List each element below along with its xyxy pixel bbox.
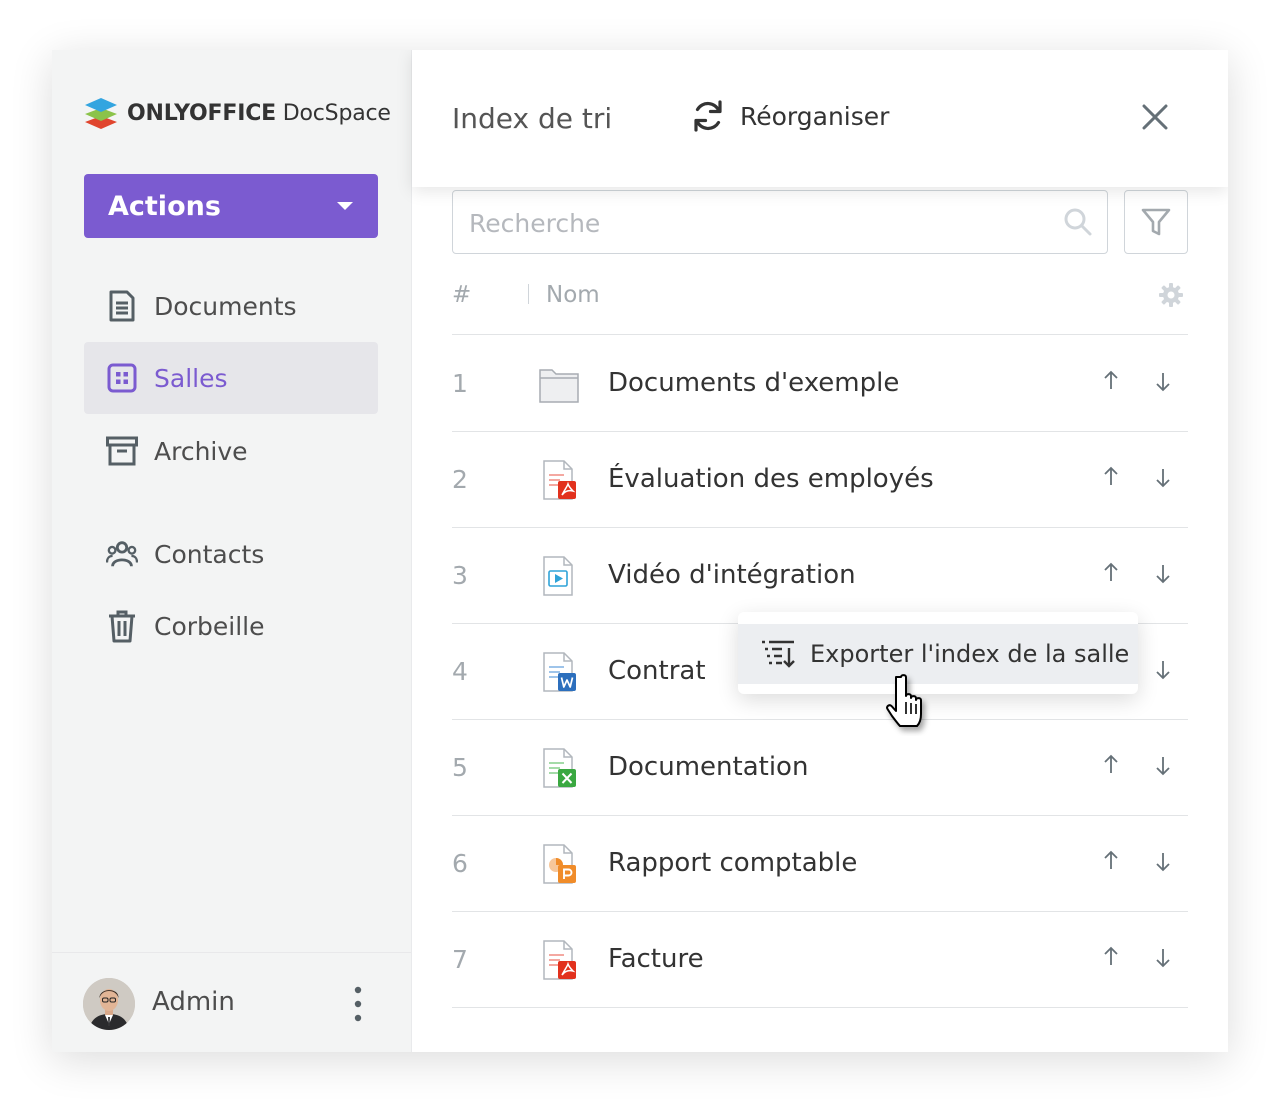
sidebar-footer: Admin: [52, 952, 411, 1052]
panel-header: Index de tri Réorganiser: [412, 50, 1228, 187]
row-name: Contrat: [608, 656, 706, 686]
search-icon[interactable]: [1063, 207, 1093, 241]
onlyoffice-logo-icon: [85, 98, 117, 129]
row-index: 1: [452, 369, 468, 398]
video-file-icon: [538, 555, 580, 597]
row-name: Évaluation des employés: [608, 464, 934, 494]
move-up-icon[interactable]: [1100, 369, 1122, 391]
filter-button[interactable]: [1124, 190, 1188, 254]
row-index: 3: [452, 561, 468, 590]
row-name: Documents d'exemple: [608, 368, 900, 398]
sidebar-item-label: Salles: [154, 363, 228, 393]
folder-icon: [538, 363, 580, 405]
filter-icon: [1141, 208, 1171, 236]
brand-name: ONLYOFFICE DocSpace: [127, 100, 391, 126]
reorganize-button[interactable]: Réorganiser: [690, 98, 889, 134]
app-window: ONLYOFFICE DocSpace Actions Documents Sa…: [52, 50, 1228, 1052]
move-down-icon[interactable]: [1152, 659, 1174, 681]
column-number: #: [452, 282, 472, 308]
table-row[interactable]: 5 Documentation: [452, 719, 1188, 816]
pdf-file-icon: [538, 939, 580, 981]
caret-down-icon: [337, 202, 353, 210]
sort-index-panel: Index de tri Réorganiser Recherche # Nom…: [412, 50, 1228, 1052]
contacts-icon: [106, 538, 138, 570]
archive-icon: [106, 435, 138, 467]
table-row[interactable]: 7 Facture: [452, 911, 1188, 1008]
move-up-icon[interactable]: [1100, 465, 1122, 487]
reorganize-label: Réorganiser: [740, 101, 890, 131]
export-index-icon: [762, 640, 795, 668]
sidebar-item-contacts[interactable]: Contacts: [84, 518, 378, 590]
sidebar-item-corbeille[interactable]: Corbeille: [84, 590, 378, 662]
sidebar-item-label: Archive: [154, 436, 248, 466]
actions-button[interactable]: Actions: [84, 174, 378, 238]
search-input[interactable]: [453, 191, 1071, 255]
row-index: 6: [452, 849, 468, 878]
move-up-icon[interactable]: [1100, 753, 1122, 775]
table-row[interactable]: 3 Vidéo d'intégration: [452, 527, 1188, 624]
sidebar-item-salles[interactable]: Salles: [84, 342, 378, 414]
word-file-icon: [538, 651, 580, 693]
table-row[interactable]: 6 Rapport comptable: [452, 815, 1188, 912]
powerpoint-file-icon: [538, 843, 580, 885]
move-down-icon[interactable]: [1152, 755, 1174, 777]
row-index: 7: [452, 945, 468, 974]
rooms-icon: [106, 362, 138, 394]
move-up-icon[interactable]: [1100, 561, 1122, 583]
user-menu-icon[interactable]: [348, 985, 368, 1023]
table-header: # Nom: [452, 272, 1188, 335]
hand-cursor-icon: [880, 670, 940, 740]
sidebar-item-label: Documents: [154, 291, 297, 321]
trash-icon: [106, 610, 138, 643]
move-down-icon[interactable]: [1152, 467, 1174, 489]
row-name: Documentation: [608, 752, 809, 782]
user-name: Admin: [152, 987, 235, 1017]
sidebar-item-archive[interactable]: Archive: [84, 415, 378, 487]
row-name: Facture: [608, 944, 704, 974]
actions-label: Actions: [108, 190, 221, 222]
row-index: 2: [452, 465, 468, 494]
settings-gear-icon[interactable]: [1158, 282, 1184, 312]
avatar[interactable]: [83, 978, 135, 1030]
sidebar: ONLYOFFICE DocSpace Actions Documents Sa…: [52, 50, 412, 1052]
export-label: Exporter l'index de la salle: [810, 640, 1130, 668]
panel-title: Index de tri: [452, 102, 613, 135]
row-name: Rapport comptable: [608, 848, 858, 878]
table-row[interactable]: 2 Évaluation des employés: [452, 431, 1188, 528]
row-index: 4: [452, 657, 468, 686]
move-up-icon[interactable]: [1100, 945, 1122, 967]
row-name: Vidéo d'intégration: [608, 560, 856, 590]
pdf-file-icon: [538, 459, 580, 501]
column-divider[interactable]: [528, 284, 529, 304]
move-down-icon[interactable]: [1152, 563, 1174, 585]
move-down-icon[interactable]: [1152, 851, 1174, 873]
excel-file-icon: [538, 747, 580, 789]
search-field: [452, 190, 1108, 255]
sidebar-item-label: Contacts: [154, 539, 265, 569]
sidebar-item-label: Corbeille: [154, 611, 265, 641]
logo[interactable]: ONLYOFFICE DocSpace: [83, 96, 391, 130]
column-name: Nom: [546, 282, 600, 308]
move-up-icon[interactable]: [1100, 849, 1122, 871]
table-row[interactable]: 1 Documents d'exemple: [452, 335, 1188, 432]
row-index: 5: [452, 753, 468, 782]
refresh-icon: [694, 100, 722, 132]
move-down-icon[interactable]: [1152, 947, 1174, 969]
sidebar-item-documents[interactable]: Documents: [84, 270, 378, 342]
move-down-icon[interactable]: [1152, 371, 1174, 393]
document-icon: [106, 290, 138, 322]
close-icon[interactable]: [1140, 102, 1170, 132]
